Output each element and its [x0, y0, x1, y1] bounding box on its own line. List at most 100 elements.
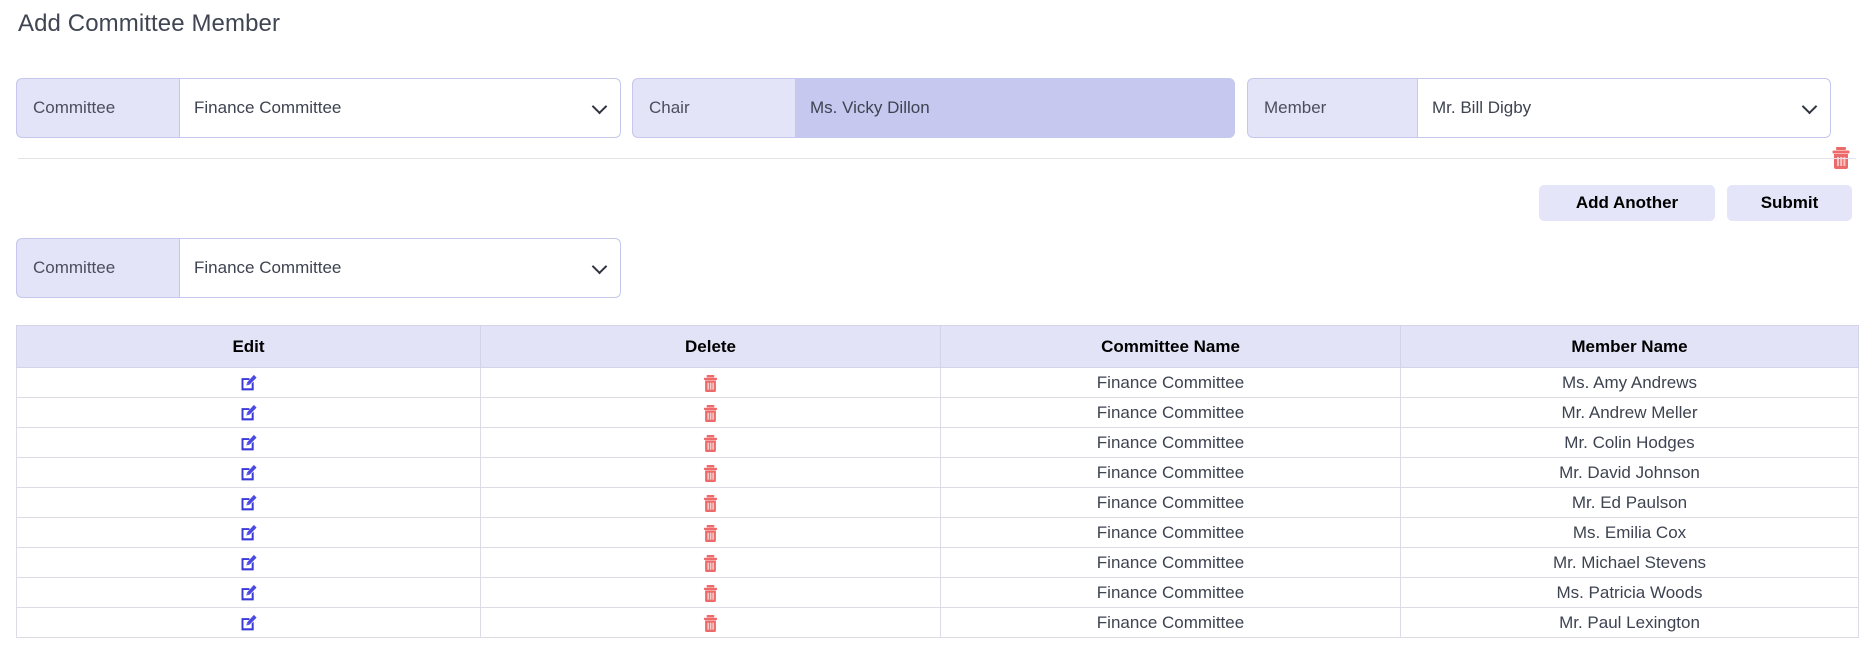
edit-row-button[interactable]	[240, 554, 258, 572]
cell-edit	[16, 607, 481, 638]
cell-committee-name: Finance Committee	[940, 397, 1401, 428]
page-title: Add Committee Member	[18, 10, 281, 37]
cell-edit	[16, 367, 481, 398]
edit-pencil-icon	[241, 464, 257, 481]
trash-icon	[703, 494, 718, 512]
committee-select[interactable]: Finance Committee	[179, 78, 621, 138]
table-row: Finance Committee Ms. Emilia Cox	[16, 517, 1859, 548]
table-row: Finance Committee Ms. Patricia Woods	[16, 577, 1859, 608]
column-header-member-name: Member Name	[1400, 325, 1859, 368]
cell-member-name: Mr. Michael Stevens	[1400, 547, 1859, 578]
member-select[interactable]: Mr. Bill Digby	[1417, 78, 1831, 138]
cell-edit	[16, 517, 481, 548]
delete-row-button[interactable]	[702, 404, 719, 423]
chevron-down-icon	[1804, 101, 1816, 113]
delete-row-button[interactable]	[702, 464, 719, 483]
edit-pencil-icon	[241, 554, 257, 571]
trash-icon	[703, 374, 718, 392]
cell-edit	[16, 577, 481, 608]
committee-select-group: Committee Finance Committee	[16, 78, 621, 138]
delete-row-button[interactable]	[702, 434, 719, 453]
delete-row-button[interactable]	[702, 554, 719, 573]
member-select-group: Member Mr. Bill Digby	[1247, 78, 1831, 138]
edit-pencil-icon	[241, 494, 257, 511]
edit-row-button[interactable]	[240, 434, 258, 452]
committee-filter-row: Committee Finance Committee	[0, 238, 1874, 298]
edit-pencil-icon	[241, 584, 257, 601]
edit-row-button[interactable]	[240, 614, 258, 632]
cell-delete	[480, 487, 941, 518]
committee-label: Committee	[16, 78, 179, 138]
table-row: Finance Committee Mr. David Johnson	[16, 457, 1859, 488]
delete-row-button[interactable]	[702, 374, 719, 393]
trash-icon	[703, 524, 718, 542]
member-label: Member	[1247, 78, 1417, 138]
committee-members-table-container: Edit Delete Committee Name Member Name F…	[16, 325, 1859, 638]
cell-member-name: Ms. Amy Andrews	[1400, 367, 1859, 398]
edit-pencil-icon	[241, 374, 257, 391]
delete-row-button[interactable]	[702, 614, 719, 633]
add-another-button[interactable]: Add Another	[1539, 185, 1715, 221]
cell-committee-name: Finance Committee	[940, 517, 1401, 548]
table-row: Finance Committee Mr. Ed Paulson	[16, 487, 1859, 518]
cell-committee-name: Finance Committee	[940, 577, 1401, 608]
committee-select-value: Finance Committee	[194, 98, 342, 117]
edit-pencil-icon	[241, 524, 257, 541]
trash-icon	[703, 554, 718, 572]
column-header-delete: Delete	[480, 325, 941, 368]
cell-delete	[480, 577, 941, 608]
cell-committee-name: Finance Committee	[940, 547, 1401, 578]
form-actions: Add Another Submit	[1539, 185, 1852, 221]
filter-committee-label: Committee	[16, 238, 179, 298]
filter-committee-group: Committee Finance Committee	[16, 238, 621, 298]
edit-pencil-icon	[241, 614, 257, 631]
cell-member-name: Ms. Patricia Woods	[1400, 577, 1859, 608]
chair-value: Ms. Vicky Dillon	[810, 98, 930, 117]
trash-icon	[703, 464, 718, 482]
table-row: Finance Committee Mr. Michael Stevens	[16, 547, 1859, 578]
delete-row-button[interactable]	[702, 524, 719, 543]
edit-row-button[interactable]	[240, 584, 258, 602]
cell-edit	[16, 397, 481, 428]
cell-delete	[480, 517, 941, 548]
trash-icon	[703, 404, 718, 422]
cell-delete	[480, 397, 941, 428]
cell-delete	[480, 367, 941, 398]
chair-field-group: Chair Ms. Vicky Dillon	[632, 78, 1235, 138]
cell-committee-name: Finance Committee	[940, 367, 1401, 398]
column-header-committee-name: Committee Name	[940, 325, 1401, 368]
cell-committee-name: Finance Committee	[940, 487, 1401, 518]
edit-row-button[interactable]	[240, 374, 258, 392]
edit-row-button[interactable]	[240, 524, 258, 542]
cell-committee-name: Finance Committee	[940, 457, 1401, 488]
table-header-row: Edit Delete Committee Name Member Name	[16, 325, 1859, 368]
cell-edit	[16, 427, 481, 458]
delete-row-button[interactable]	[702, 584, 719, 603]
edit-pencil-icon	[241, 404, 257, 421]
delete-row-button[interactable]	[702, 494, 719, 513]
cell-delete	[480, 547, 941, 578]
cell-member-name: Mr. Paul Lexington	[1400, 607, 1859, 638]
chair-value-field: Ms. Vicky Dillon	[795, 78, 1235, 138]
table-row: Finance Committee Mr. Andrew Meller	[16, 397, 1859, 428]
edit-row-button[interactable]	[240, 494, 258, 512]
table-body: Finance Committee Ms. Amy Andrews Finance …	[16, 367, 1859, 638]
trash-icon	[703, 584, 718, 602]
table-row: Finance Committee Mr. Colin Hodges	[16, 427, 1859, 458]
table-row: Finance Committee Mr. Paul Lexington	[16, 607, 1859, 638]
form-divider	[18, 158, 1856, 159]
cell-member-name: Mr. Ed Paulson	[1400, 487, 1859, 518]
table-row: Finance Committee Ms. Amy Andrews	[16, 367, 1859, 398]
edit-row-button[interactable]	[240, 404, 258, 422]
add-committee-member-page: Add Committee Member Committee Finance C…	[0, 0, 1874, 659]
chevron-down-icon	[594, 101, 606, 113]
cell-delete	[480, 457, 941, 488]
filter-committee-select[interactable]: Finance Committee	[179, 238, 621, 298]
cell-edit	[16, 487, 481, 518]
edit-row-button[interactable]	[240, 464, 258, 482]
cell-committee-name: Finance Committee	[940, 427, 1401, 458]
trash-icon	[703, 434, 718, 452]
submit-button[interactable]: Submit	[1727, 185, 1852, 221]
committee-members-table: Edit Delete Committee Name Member Name F…	[16, 325, 1859, 638]
cell-member-name: Mr. David Johnson	[1400, 457, 1859, 488]
